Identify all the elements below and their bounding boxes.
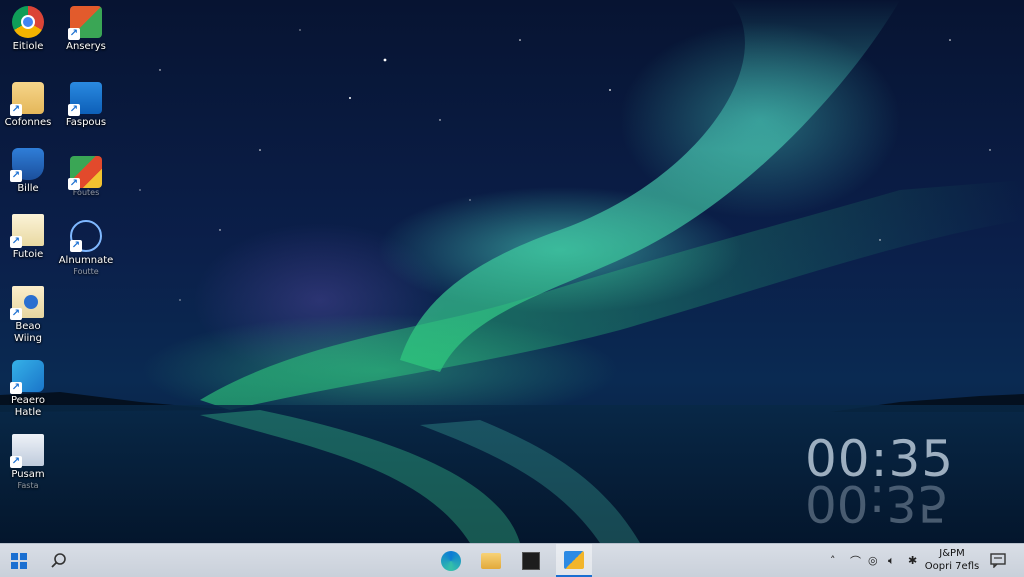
taskbar-file-explorer[interactable] (476, 544, 506, 577)
desktop-icon-label: Peaero Hatle (10, 395, 46, 418)
taskbar: ˄ ⌒ ◎ 🔈︎ ✱ J&PM Oopri 7efls (0, 543, 1024, 577)
desktop-icon-sublabel: Fasta (17, 481, 39, 490)
desktop-icon-beao-wiing[interactable]: ↗ Beao Wiing (0, 286, 58, 345)
network-icon: ◎ (868, 554, 878, 567)
app-icon: ↗ (68, 6, 102, 40)
store-icon: ↗ (68, 82, 102, 116)
shortcut-arrow-icon: ↗ (68, 104, 80, 116)
media-icon: ↗ (68, 156, 102, 190)
desktop-icon-label: Anserys (66, 41, 106, 52)
desktop-icon-label: Bille (17, 183, 39, 194)
desktop-icon-faspous[interactable]: ↗ Faspous (56, 82, 116, 129)
shortcut-arrow-icon: ↗ (10, 456, 22, 468)
desktop-icon-sublabel: Foutte (73, 267, 99, 276)
taskbar-photos[interactable] (556, 544, 592, 577)
tray-network[interactable]: ◎ (868, 544, 886, 577)
tray-wifi[interactable]: ⌒ (850, 544, 866, 577)
desktop-icon-label: Eitiole (12, 41, 44, 52)
notification-icon (990, 553, 1006, 568)
desktop-icon-chrome[interactable]: Eitiole (0, 6, 58, 53)
windows-start-icon (11, 552, 27, 569)
taskbar-edge[interactable] (436, 544, 466, 577)
taskbar-terminal[interactable] (516, 544, 546, 577)
desktop-icon-media[interactable]: ↗ Foutes (56, 156, 116, 198)
notes-icon: ↗ (10, 286, 44, 320)
shortcut-arrow-icon: ↗ (68, 28, 80, 40)
file-explorer-icon (481, 552, 501, 569)
desktop-icon-peaero-hatle[interactable]: ↗ Peaero Hatle (0, 360, 58, 419)
desktop-icon-pusam[interactable]: ↗ Pusam Fasta (0, 434, 58, 491)
desktop-icon-sublabel: Foutes (72, 188, 100, 197)
file-icon: ↗ (10, 434, 44, 468)
desktop-icon-label: Beao Wiing (14, 321, 42, 344)
start-button[interactable] (4, 544, 34, 577)
desktop-icon-anserys[interactable]: ↗ Anserys (56, 6, 116, 53)
document-icon: ↗ (10, 214, 44, 248)
shortcut-arrow-icon: ↗ (68, 178, 80, 190)
recycle-icon: ↗ (10, 360, 44, 394)
terminal-icon (522, 551, 540, 570)
search-button[interactable] (44, 544, 74, 577)
desktop-wallpaper: Eitiole ↗ Anserys ↗ Cofonnes ↗ Faspous ↗… (0, 0, 1024, 543)
desktop-icon-label: Faspous (65, 117, 107, 128)
desktop-icon-bille[interactable]: ↗ Bille (0, 148, 58, 195)
tray-clock[interactable]: J&PM Oopri 7efls (922, 547, 982, 573)
desktop-icon-futoie[interactable]: ↗ Futoie (0, 214, 58, 261)
shortcut-arrow-icon: ↗ (10, 104, 22, 116)
shortcut-arrow-icon: ↗ (10, 382, 22, 394)
chevron-up-icon: ˄ (830, 554, 836, 567)
wifi-icon: ⌒ (850, 554, 861, 568)
desktop-icon-alnumnate[interactable]: ↗ Alnumnate Foutte (56, 220, 116, 277)
desktop-icon-label: Alnumnate (58, 255, 114, 266)
folder-icon: ↗ (10, 82, 44, 116)
bluetooth-icon: ✱ (908, 554, 918, 567)
show-hidden-icons[interactable]: ˄ (830, 544, 842, 577)
tray-time: J&PM (939, 548, 965, 559)
shortcut-arrow-icon: ↗ (10, 308, 22, 320)
tray-date: Oopri 7efls (924, 561, 980, 572)
desktop-icon-label: Futoie (12, 249, 44, 260)
search-icon (51, 552, 66, 568)
shortcut-arrow-icon: ↗ (10, 236, 22, 248)
desktop-icon-label: Pusam (11, 469, 45, 480)
photos-icon (564, 550, 584, 569)
desktop-icon-label: Cofonnes (4, 117, 52, 128)
paint-icon: ↗ (70, 220, 102, 252)
shield-icon: ↗ (10, 148, 44, 182)
desktop-clock-reflection: 00:35 (805, 474, 950, 532)
chrome-icon (12, 6, 44, 38)
notification-center-button[interactable] (988, 544, 1008, 577)
tray-volume[interactable]: 🔈︎ (888, 544, 904, 577)
edge-icon (441, 550, 461, 571)
volume-icon: 🔈︎ (888, 553, 895, 567)
tray-bluetooth[interactable]: ✱ (908, 544, 922, 577)
shortcut-arrow-icon: ↗ (10, 170, 22, 182)
shortcut-arrow-icon: ↗ (70, 240, 82, 252)
desktop-icon-cofonnes[interactable]: ↗ Cofonnes (0, 82, 58, 129)
